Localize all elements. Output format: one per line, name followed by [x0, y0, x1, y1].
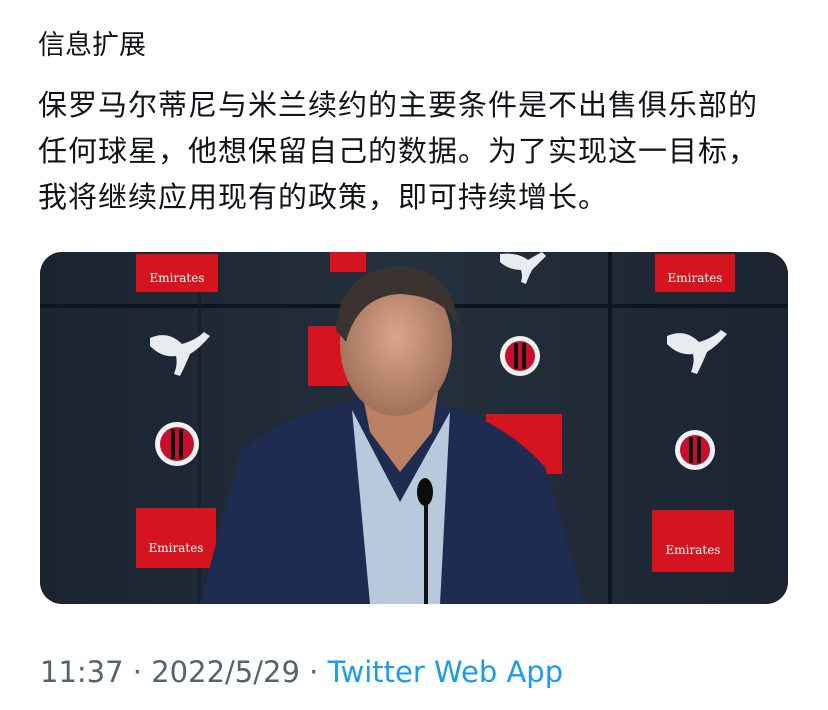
svg-text:Emirates: Emirates — [150, 271, 205, 285]
sponsor-board: Emirates — [655, 254, 735, 292]
press-conference-photo: Emirates Emirates Emirates Emirates — [40, 252, 788, 604]
tweet-photo[interactable]: Emirates Emirates Emirates Emirates — [40, 252, 788, 604]
sponsor-board: Emirates — [652, 510, 734, 572]
sponsor-board — [330, 252, 366, 272]
translation-label[interactable]: 信息扩展 — [38, 28, 146, 64]
svg-text:Emirates: Emirates — [149, 541, 204, 555]
sponsor-board: Emirates — [136, 508, 216, 568]
tweet-text: 保罗马尔蒂尼与米兰续约的主要条件是不出售俱乐部的任何球星，他想保留自己的数据。为… — [38, 88, 759, 214]
svg-text:Emirates: Emirates — [668, 271, 723, 285]
tweet-meta: 11:37 · 2022/5/29 · Twitter Web App — [40, 652, 563, 692]
tweet-date: 2022/5/29 — [151, 655, 300, 689]
tweet: 信息扩展 保罗马尔蒂尼与米兰续约的主要条件是不出售俱乐部的任何球星，他想保留自己… — [0, 0, 828, 710]
club-crest — [500, 336, 540, 376]
meta-separator: · — [132, 655, 143, 689]
microphone-stand — [424, 490, 428, 604]
svg-text:Emirates: Emirates — [666, 543, 721, 557]
microphone — [417, 478, 433, 506]
club-crest — [155, 422, 199, 466]
tweet-source-link[interactable]: Twitter Web App — [328, 655, 564, 689]
tweet-time: 11:37 — [40, 655, 124, 689]
sponsor-board: Emirates — [136, 254, 218, 292]
meta-separator: · — [309, 655, 319, 689]
club-crest — [675, 430, 715, 470]
